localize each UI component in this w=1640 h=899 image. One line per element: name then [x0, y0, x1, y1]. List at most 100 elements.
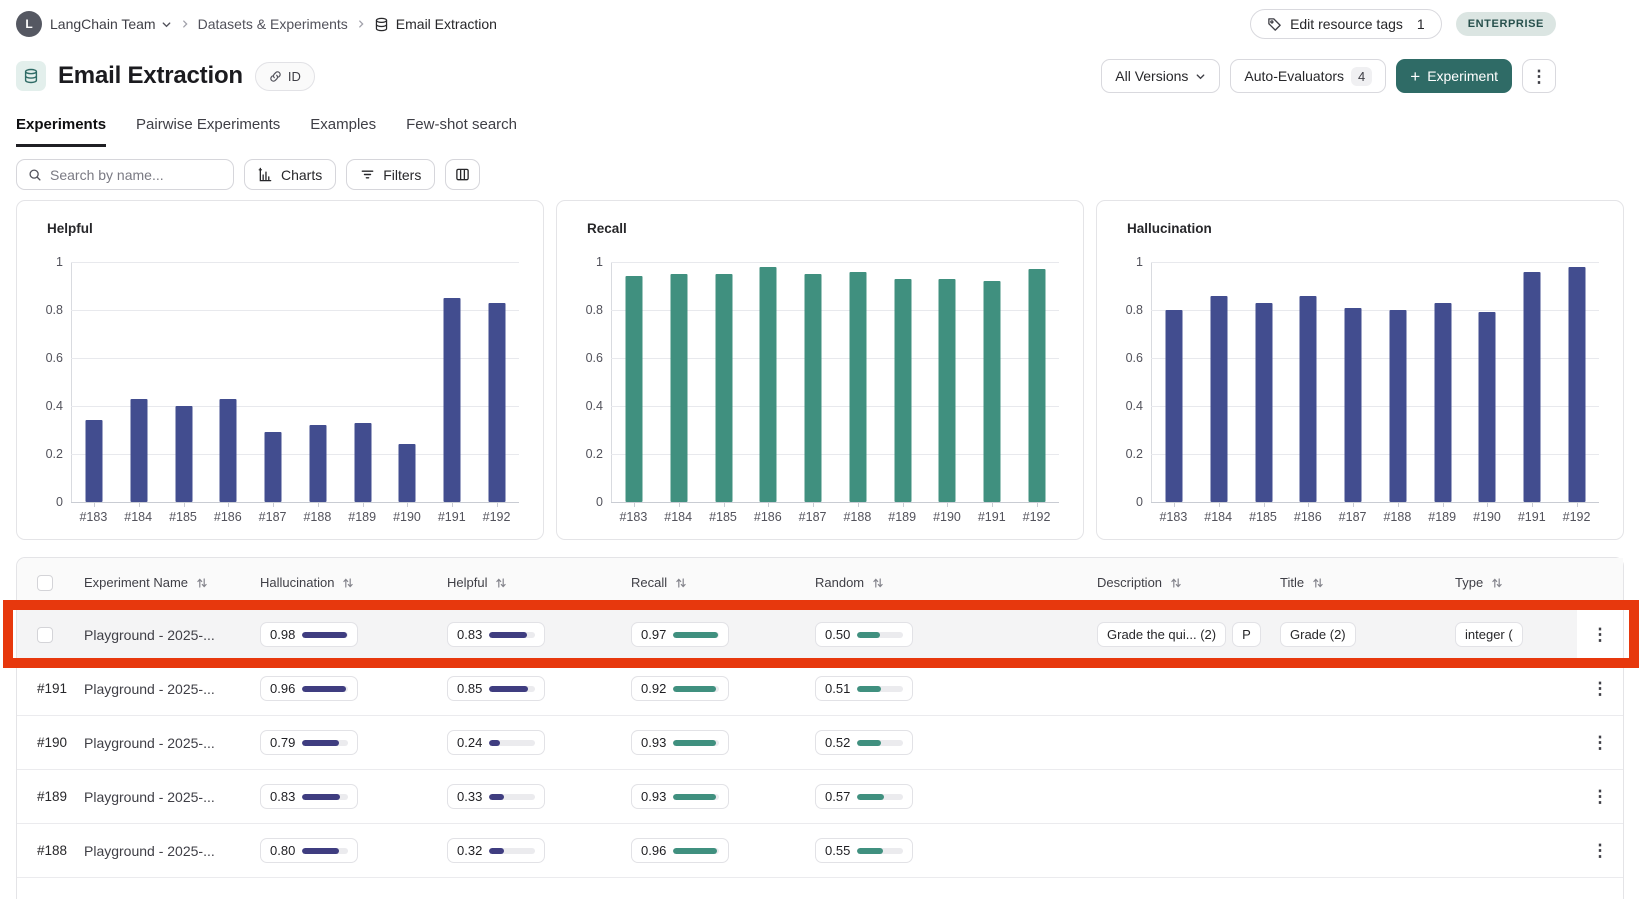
- column-header-title[interactable]: Title: [1280, 575, 1455, 590]
- chart-plot: 1 0.8 0.6 0.4 0.2 0: [71, 262, 519, 502]
- kebab-icon: ⋮: [1592, 788, 1609, 805]
- bar-slot: [612, 262, 657, 502]
- x-tick: #183: [1151, 510, 1196, 524]
- header-spacer: [1577, 558, 1623, 607]
- tab-examples[interactable]: Examples: [310, 116, 376, 147]
- versions-dropdown[interactable]: All Versions: [1101, 59, 1220, 93]
- x-tick: #185: [701, 510, 746, 524]
- row-checkbox[interactable]: [37, 627, 53, 643]
- column-header-description[interactable]: Description: [1097, 575, 1280, 590]
- score-helpful: 0.85: [447, 676, 545, 701]
- x-tick: #189: [340, 510, 385, 524]
- sort-icon[interactable]: [872, 577, 884, 589]
- bars: [72, 262, 519, 502]
- x-tick: #184: [116, 510, 161, 524]
- column-label: Experiment Name: [84, 575, 188, 590]
- search-input[interactable]: [50, 167, 222, 183]
- row-actions-button[interactable]: ⋮: [1577, 824, 1623, 877]
- x-tick: #187: [790, 510, 835, 524]
- search-box[interactable]: [16, 159, 234, 190]
- row-actions-button[interactable]: ⋮: [1577, 662, 1623, 715]
- new-experiment-button[interactable]: + Experiment: [1396, 59, 1512, 93]
- bar-slot: [1420, 262, 1465, 502]
- table-row[interactable]: #189 Playground - 2025-... 0.83 0.33 0.9…: [17, 769, 1623, 823]
- columns-icon: [455, 167, 470, 182]
- column-header-type[interactable]: Type: [1455, 575, 1577, 590]
- metric-charts: Helpful 1 0.8 0.6 0.4 0.2 0: [16, 200, 1624, 540]
- score-random: 0.52: [815, 730, 913, 755]
- id-label: ID: [288, 69, 301, 84]
- score-hallucination: 0.80: [260, 838, 358, 863]
- score-recall: 0.93: [631, 784, 729, 809]
- experiment-number: #191: [17, 681, 84, 696]
- x-tick: #188: [835, 510, 880, 524]
- columns-button[interactable]: [445, 159, 480, 190]
- row-actions-button[interactable]: ⋮: [1577, 716, 1623, 769]
- auto-evaluators-button[interactable]: Auto-Evaluators 4: [1230, 59, 1386, 93]
- column-header-hallucination[interactable]: Hallucination: [260, 575, 447, 590]
- x-tick: #187: [250, 510, 295, 524]
- sort-icon[interactable]: [1312, 577, 1324, 589]
- tab-pairwise-experiments[interactable]: Pairwise Experiments: [136, 116, 280, 147]
- tab-few-shot-search[interactable]: Few-shot search: [406, 116, 517, 147]
- filters-button[interactable]: Filters: [346, 159, 435, 190]
- auto-evaluators-count: 4: [1351, 67, 1372, 86]
- table-row[interactable]: #188 Playground - 2025-... 0.80 0.32 0.9…: [17, 823, 1623, 877]
- breadcrumb-section[interactable]: Datasets & Experiments: [198, 16, 348, 32]
- sort-icon[interactable]: [495, 577, 507, 589]
- table-row[interactable]: #191 Playground - 2025-... 0.96 0.85 0.9…: [17, 661, 1623, 715]
- search-icon: [28, 168, 42, 182]
- column-label: Recall: [631, 575, 667, 590]
- y-tick: 0.4: [569, 399, 603, 413]
- column-header-helpful[interactable]: Helpful: [447, 575, 631, 590]
- y-tick: 0.2: [29, 447, 63, 461]
- select-all-checkbox[interactable]: [37, 575, 53, 591]
- breadcrumb-team-selector[interactable]: LangChain Team: [50, 16, 172, 32]
- experiment-name[interactable]: Playground - 2025-...: [84, 681, 260, 697]
- experiments-toolbar: Charts Filters: [16, 159, 1624, 190]
- x-tick: #189: [1420, 510, 1465, 524]
- y-tick: 0.6: [1109, 351, 1143, 365]
- column-header-experiment-name[interactable]: Experiment Name: [84, 575, 260, 590]
- tab-experiments[interactable]: Experiments: [16, 116, 106, 147]
- sort-icon[interactable]: [675, 577, 687, 589]
- table-row[interactable]: Playground - 2025-... 0.98 0.83 0.97 0.5…: [17, 607, 1623, 661]
- title-row: Email Extraction ID All Versions Auto-Ev…: [0, 48, 1640, 96]
- kebab-icon: ⋮: [1592, 734, 1609, 751]
- row-actions-button[interactable]: ⋮: [1577, 770, 1623, 823]
- bar-slot: [72, 262, 117, 502]
- page-overflow-menu-button[interactable]: ⋮: [1522, 59, 1556, 93]
- table-row-partial: [17, 877, 1623, 899]
- y-tick: 0: [1109, 495, 1143, 509]
- edit-resource-tags-button[interactable]: Edit resource tags 1: [1250, 9, 1442, 39]
- x-axis-labels: #183 #184 #185 #186 #187 #188 #189 #190 …: [71, 510, 519, 524]
- sort-icon[interactable]: [196, 577, 208, 589]
- column-header-random[interactable]: Random: [815, 575, 1097, 590]
- auto-evaluators-label: Auto-Evaluators: [1244, 68, 1344, 84]
- sort-icon[interactable]: [1170, 577, 1182, 589]
- experiment-name[interactable]: Playground - 2025-...: [84, 843, 260, 859]
- experiment-name[interactable]: Playground - 2025-...: [84, 627, 260, 643]
- y-tick: 0.2: [569, 447, 603, 461]
- charts-button[interactable]: Charts: [244, 159, 336, 190]
- sort-icon[interactable]: [1491, 577, 1503, 589]
- plan-badge: ENTERPRISE: [1456, 12, 1556, 36]
- experiment-name[interactable]: Playground - 2025-...: [84, 789, 260, 805]
- x-tick: #188: [295, 510, 340, 524]
- sort-icon[interactable]: [342, 577, 354, 589]
- column-label: Description: [1097, 575, 1162, 590]
- table-row[interactable]: #190 Playground - 2025-... 0.79 0.24 0.9…: [17, 715, 1623, 769]
- chart-plot: 1 0.8 0.6 0.4 0.2 0: [1151, 262, 1599, 502]
- experiment-name[interactable]: Playground - 2025-...: [84, 735, 260, 751]
- y-tick: 0: [29, 495, 63, 509]
- bar-slot: [925, 262, 970, 502]
- row-actions-button[interactable]: ⋮: [1577, 608, 1623, 661]
- chevron-right-icon: [180, 19, 190, 29]
- bar-slot: [1197, 262, 1242, 502]
- score-helpful: 0.24: [447, 730, 545, 755]
- x-tick: #183: [611, 510, 656, 524]
- copy-id-button[interactable]: ID: [255, 62, 315, 91]
- x-tick: #184: [1196, 510, 1241, 524]
- bar-slot: [836, 262, 881, 502]
- column-header-recall[interactable]: Recall: [631, 575, 815, 590]
